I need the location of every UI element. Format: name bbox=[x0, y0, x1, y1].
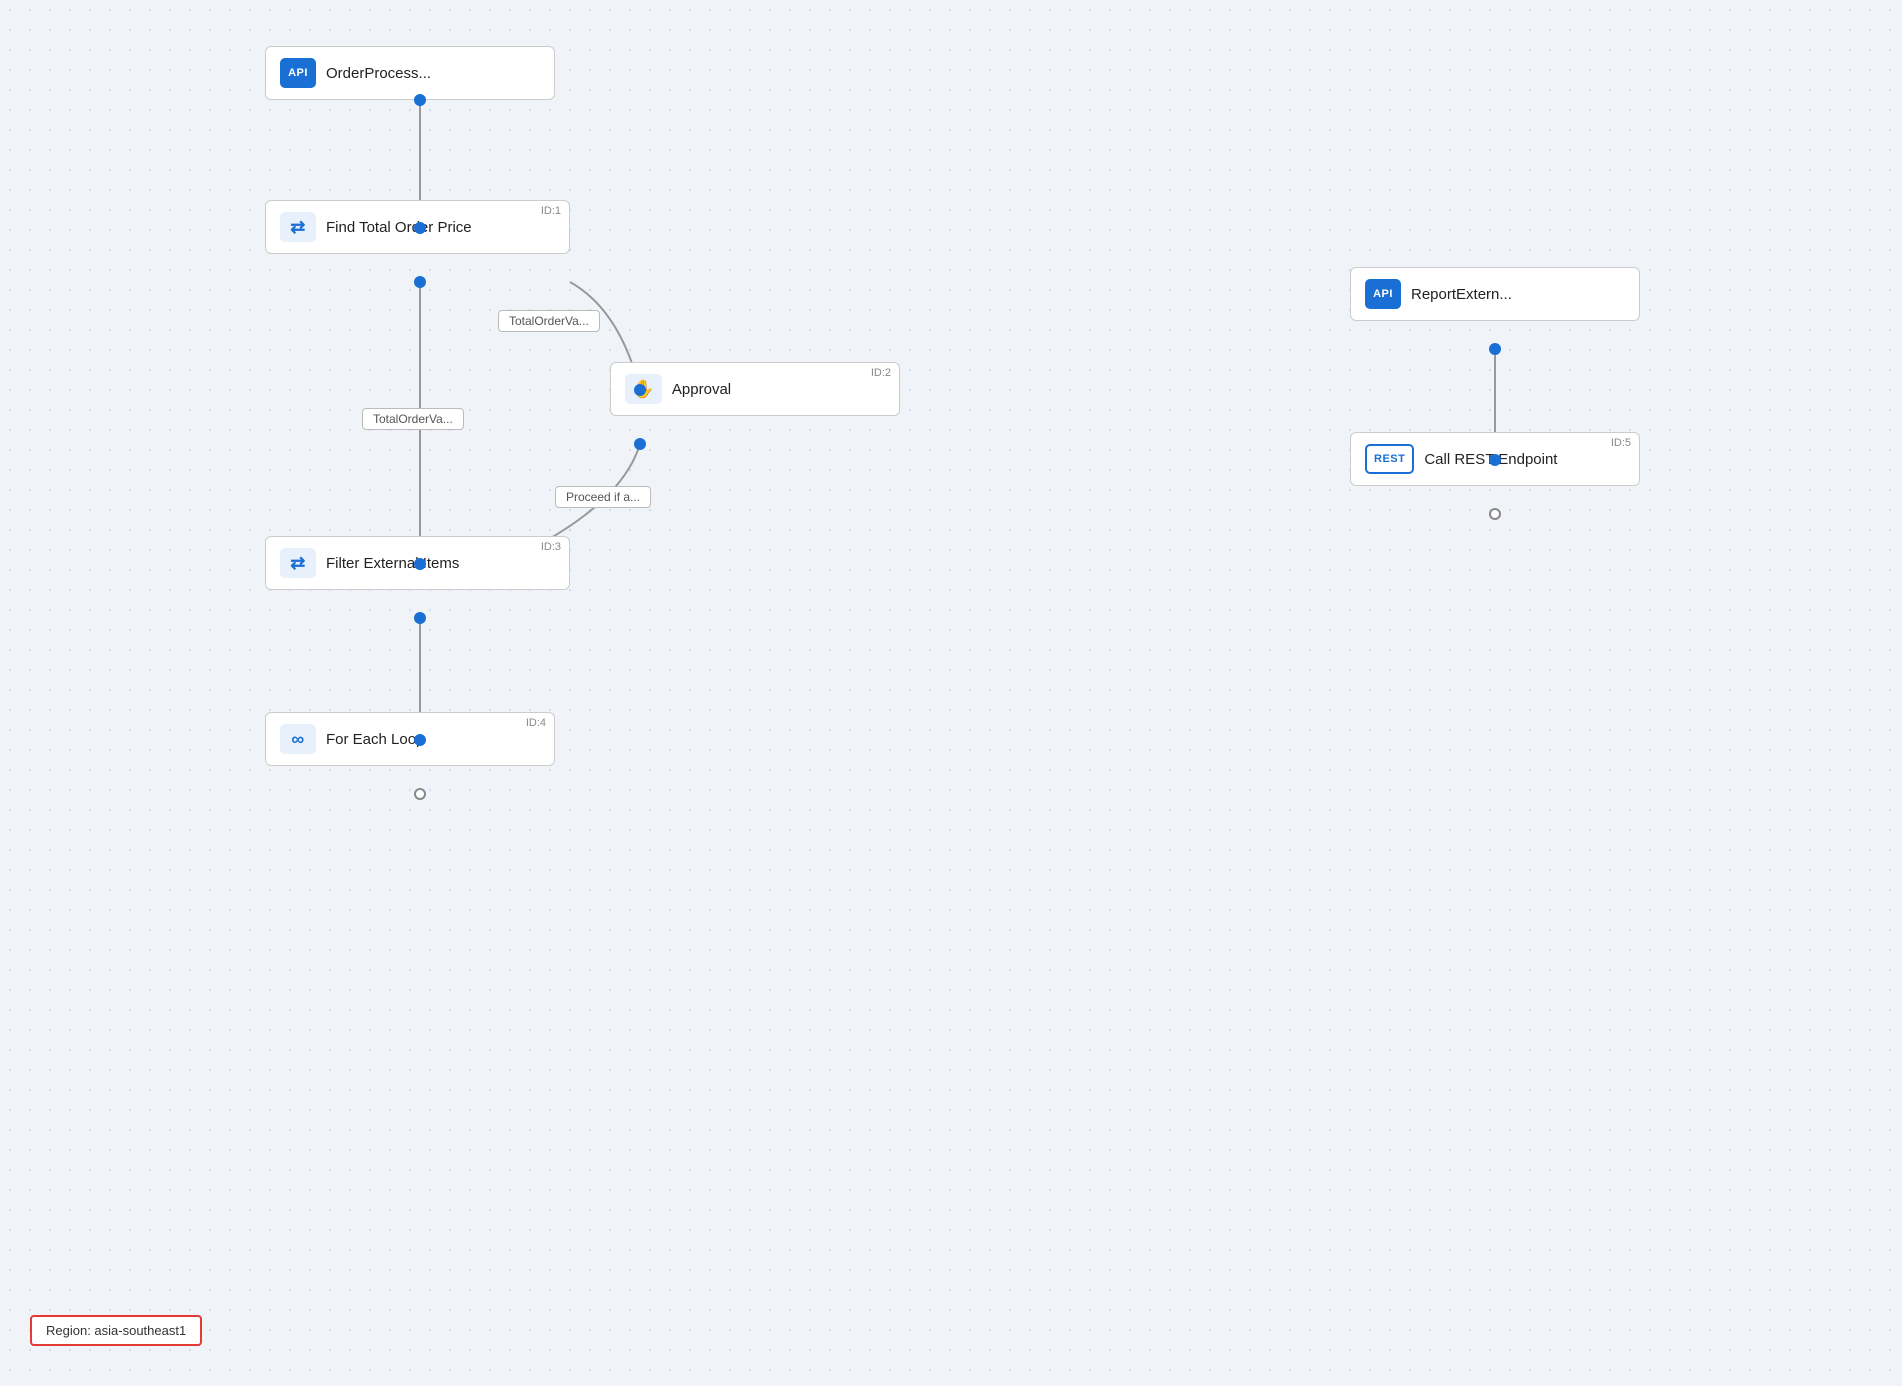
node-label-approval: Approval bbox=[672, 381, 731, 398]
node-id-callrest: ID:5 bbox=[1611, 437, 1631, 449]
node-id-loop: ID:4 bbox=[526, 717, 546, 729]
dot-filter-top[interactable] bbox=[414, 558, 426, 570]
loop-icon: ∞ bbox=[280, 724, 316, 754]
dot-loop-bottom[interactable] bbox=[414, 788, 426, 800]
dot-findtotal-bottom[interactable] bbox=[414, 276, 426, 288]
dot-callrest-bottom[interactable] bbox=[1489, 508, 1501, 520]
dot-approval-bottom[interactable] bbox=[634, 438, 646, 450]
api-icon-report: API bbox=[1365, 279, 1401, 309]
connector-label-3: Proceed if a... bbox=[555, 486, 651, 508]
region-badge: Region: asia-southeast1 bbox=[30, 1315, 202, 1346]
node-id-filter: ID:3 bbox=[541, 541, 561, 553]
node-label-report: ReportExtern... bbox=[1411, 286, 1512, 303]
filter-icon-findtotal: ⇄ bbox=[280, 212, 316, 242]
connector-label-2: TotalOrderVa... bbox=[362, 408, 464, 430]
dot-callrest-top[interactable] bbox=[1489, 454, 1501, 466]
dot-loop-top[interactable] bbox=[414, 734, 426, 746]
node-approval[interactable]: ID:2 ✋ Approval bbox=[610, 362, 900, 416]
dot-findtotal-top[interactable] bbox=[414, 222, 426, 234]
api-icon-orderprocess: API bbox=[280, 58, 316, 88]
node-label-loop: For Each Loop bbox=[326, 731, 424, 748]
filter-icon-external: ⇄ bbox=[280, 548, 316, 578]
node-label-findtotal: Find Total Order Price bbox=[326, 219, 472, 236]
dot-approval-top[interactable] bbox=[634, 384, 646, 396]
connector-label-1: TotalOrderVa... bbox=[498, 310, 600, 332]
dot-orderprocess-bottom[interactable] bbox=[414, 94, 426, 106]
dot-report-bottom[interactable] bbox=[1489, 343, 1501, 355]
node-label-orderprocess: OrderProcess... bbox=[326, 65, 431, 82]
dot-filter-bottom[interactable] bbox=[414, 612, 426, 624]
node-foreachloop[interactable]: ID:4 ∞ For Each Loop bbox=[265, 712, 555, 766]
node-reportextern[interactable]: API ReportExtern... bbox=[1350, 267, 1640, 321]
node-id-approval: ID:2 bbox=[871, 367, 891, 379]
node-id-findtotal: ID:1 bbox=[541, 205, 561, 217]
node-orderprocess[interactable]: API OrderProcess... bbox=[265, 46, 555, 100]
node-label-filterexternal: Filter External Items bbox=[326, 555, 459, 572]
rest-icon: REST bbox=[1365, 444, 1414, 474]
workflow-canvas: API OrderProcess... ID:1 ⇄ Find Total Or… bbox=[0, 0, 1902, 1386]
